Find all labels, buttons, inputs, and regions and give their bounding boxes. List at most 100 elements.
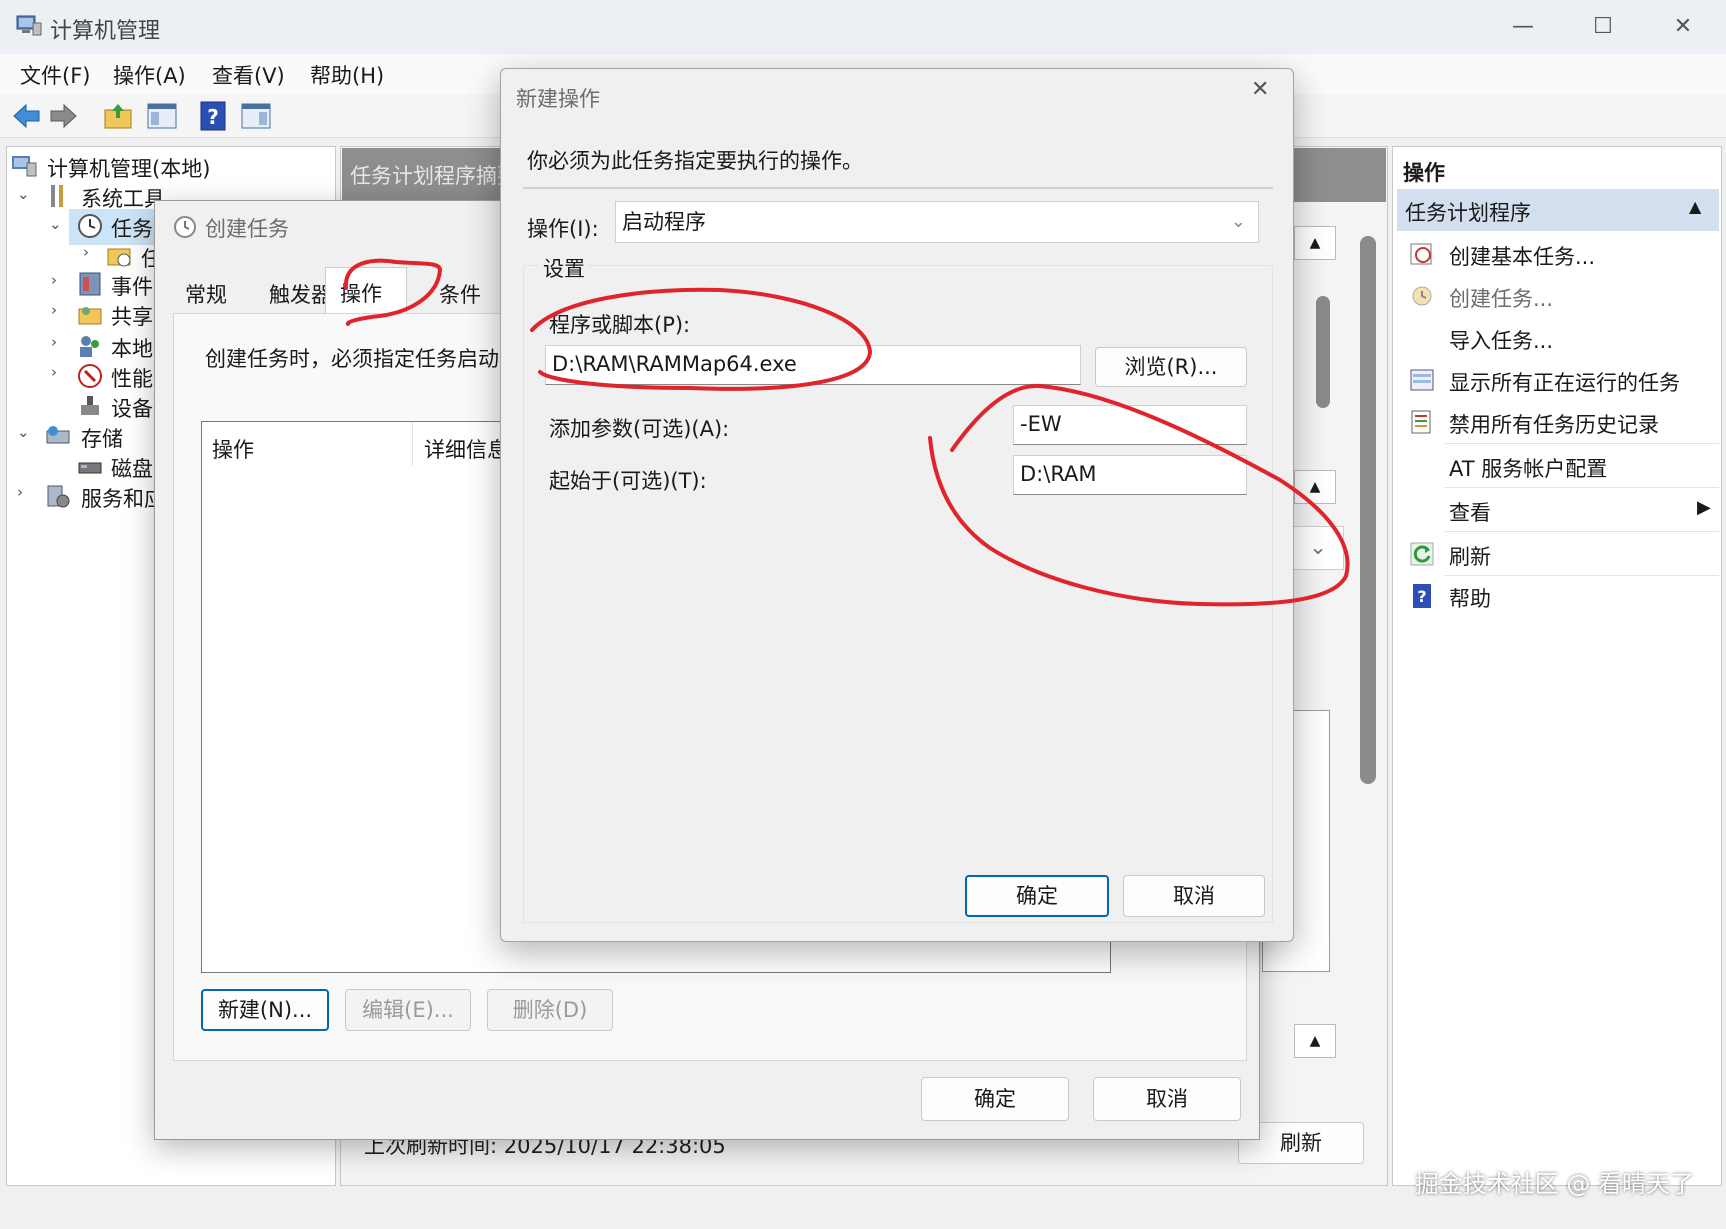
create-task-title: 创建任务 — [205, 217, 289, 241]
cancel-button[interactable]: 取消 — [1123, 875, 1265, 917]
menu-action[interactable]: 操作(A) — [113, 60, 186, 90]
actions-pane: 操作 任务计划程序 ▲ 创建基本任务... 创建任务... 导入任务... 显示… — [1392, 146, 1722, 1186]
maximize-button[interactable]: ☐ — [1568, 6, 1638, 48]
system-tools-icon — [51, 185, 63, 207]
tab-general[interactable]: 常规 — [185, 279, 227, 309]
cancel-button[interactable]: 取消 — [1093, 1077, 1241, 1121]
divider — [1445, 443, 1719, 444]
column-divider[interactable] — [412, 422, 413, 466]
menu-view[interactable]: 查看(V) — [212, 60, 285, 90]
instruction-text: 你必须为此任务指定要执行的操作。 — [527, 149, 863, 173]
tree-item-event-viewer[interactable]: 事件 — [111, 271, 153, 301]
computer-management-icon — [16, 15, 42, 36]
collapse-up-button[interactable]: ▲ — [1294, 470, 1336, 504]
new-action-button[interactable]: 新建(N)... — [201, 989, 329, 1031]
tree-item-disk-management[interactable]: 磁盘 — [111, 453, 153, 483]
collapse-up-icon[interactable]: ▲ — [1689, 197, 1701, 216]
tab-actions[interactable]: 操作 — [325, 267, 407, 315]
chevron-right-icon[interactable]: › — [51, 301, 57, 319]
computer-management-icon — [12, 156, 37, 177]
local-users-icon — [80, 336, 99, 357]
computer-management-window: 计算机管理 — ☐ ✕ 文件(F) 操作(A) 查看(V) 帮助(H) ? 计算… — [0, 0, 1726, 1229]
action-refresh[interactable]: 刷新 — [1449, 541, 1491, 571]
collapse-up-button[interactable]: ▲ — [1294, 1024, 1336, 1058]
chevron-down-icon[interactable]: ⌄ — [1231, 202, 1246, 242]
action-type-select[interactable]: 启动程序 ⌄ — [615, 201, 1259, 243]
submenu-arrow-icon: ▶ — [1697, 497, 1711, 518]
tree-item-device-manager[interactable]: 设备 — [111, 393, 153, 423]
actions-section-header[interactable]: 任务计划程序 ▲ — [1397, 189, 1719, 231]
tree-item-services[interactable]: 服务和应 — [81, 483, 165, 513]
action-help[interactable]: 帮助 — [1449, 583, 1491, 613]
help-icon[interactable]: ? — [197, 100, 229, 132]
clock-task-icon — [1412, 286, 1432, 306]
disk-management-icon — [78, 462, 102, 474]
action-show-running-tasks[interactable]: 显示所有正在运行的任务 — [1449, 367, 1680, 397]
chevron-right-icon[interactable]: › — [17, 483, 23, 501]
minimize-button[interactable]: — — [1488, 6, 1558, 48]
services-icon — [47, 485, 70, 508]
column-header-details[interactable]: 详细信息 — [424, 434, 508, 464]
action-view[interactable]: 查看 — [1449, 497, 1491, 527]
action-import-task[interactable]: 导入任务... — [1449, 325, 1553, 355]
action-type-value: 启动程序 — [622, 210, 706, 234]
chevron-down-icon[interactable]: ⌄ — [17, 423, 30, 441]
actions-section-title: 任务计划程序 — [1405, 201, 1531, 225]
clock-icon — [78, 214, 102, 238]
shared-folders-icon — [78, 307, 102, 325]
arguments-input[interactable]: -EW — [1013, 405, 1247, 445]
action-create-basic-task[interactable]: 创建基本任务... — [1449, 241, 1595, 271]
tree-item-local-users[interactable]: 本地 — [111, 333, 153, 363]
column-header-action[interactable]: 操作 — [212, 434, 254, 464]
tree-item-task-scheduler[interactable]: 任务 — [111, 213, 153, 243]
chevron-right-icon[interactable]: › — [51, 333, 57, 351]
scrollbar-thumb[interactable] — [1316, 296, 1330, 408]
delete-action-button[interactable]: 删除(D) — [487, 989, 613, 1031]
actions-description: 创建任务时，必须指定任务启动 — [205, 347, 499, 371]
dropdown-chevron-icon[interactable]: ⌄ — [1292, 526, 1344, 570]
chevron-right-icon[interactable]: › — [51, 271, 57, 289]
close-icon[interactable]: ✕ — [1251, 77, 1269, 102]
action-create-task[interactable]: 创建任务... — [1449, 283, 1553, 313]
new-action-title: 新建操作 — [516, 87, 600, 111]
chevron-down-icon[interactable]: ⌄ — [49, 215, 62, 233]
up-folder-icon[interactable] — [102, 100, 134, 132]
window-title: 计算机管理 — [50, 19, 161, 44]
device-manager-icon — [81, 396, 99, 415]
tree-item-shared-folders[interactable]: 共享 — [111, 301, 153, 331]
browse-button[interactable]: 浏览(R)... — [1095, 347, 1247, 387]
ok-button[interactable]: 确定 — [921, 1077, 1069, 1121]
close-button[interactable]: ✕ — [1648, 6, 1718, 48]
svg-text:?: ? — [207, 105, 219, 129]
tree-item-storage[interactable]: 存储 — [81, 423, 123, 453]
divider — [1445, 531, 1719, 532]
refresh-icon — [1410, 542, 1434, 566]
chevron-right-icon[interactable]: › — [83, 243, 89, 261]
chevron-down-icon[interactable]: ⌄ — [17, 185, 30, 203]
start-in-input[interactable]: D:\RAM — [1013, 455, 1247, 495]
action-disable-history[interactable]: 禁用所有任务历史记录 — [1449, 409, 1659, 439]
menu-file[interactable]: 文件(F) — [20, 60, 90, 90]
action-at-service-account[interactable]: AT 服务帐户配置 — [1449, 453, 1607, 483]
divider — [1445, 487, 1719, 488]
tree-item-root[interactable]: 计算机管理(本地) — [47, 153, 210, 183]
show-hide-console-tree-icon[interactable] — [146, 100, 178, 132]
running-tasks-icon — [1410, 369, 1434, 391]
ok-button[interactable]: 确定 — [965, 875, 1109, 917]
scrollbar-thumb[interactable] — [1360, 236, 1376, 784]
forward-arrow-icon[interactable] — [48, 100, 80, 132]
menu-help[interactable]: 帮助(H) — [310, 60, 384, 90]
tree-item-performance[interactable]: 性能 — [111, 363, 153, 393]
settings-label: 设置 — [539, 253, 589, 283]
arguments-label: 添加参数(可选)(A): — [549, 417, 730, 441]
tab-triggers[interactable]: 触发器 — [269, 279, 332, 309]
chevron-right-icon[interactable]: › — [51, 363, 57, 381]
collapse-up-button[interactable]: ▲ — [1294, 226, 1336, 260]
action-type-label: 操作(I): — [527, 217, 599, 241]
program-input[interactable]: D:\RAM\RAMMap64.exe — [545, 345, 1081, 385]
show-hide-action-pane-icon[interactable] — [240, 100, 272, 132]
actions-title: 操作 — [1403, 161, 1445, 185]
back-arrow-icon[interactable] — [10, 100, 42, 132]
edit-action-button[interactable]: 编辑(E)... — [345, 989, 471, 1031]
tab-conditions[interactable]: 条件 — [439, 279, 481, 309]
